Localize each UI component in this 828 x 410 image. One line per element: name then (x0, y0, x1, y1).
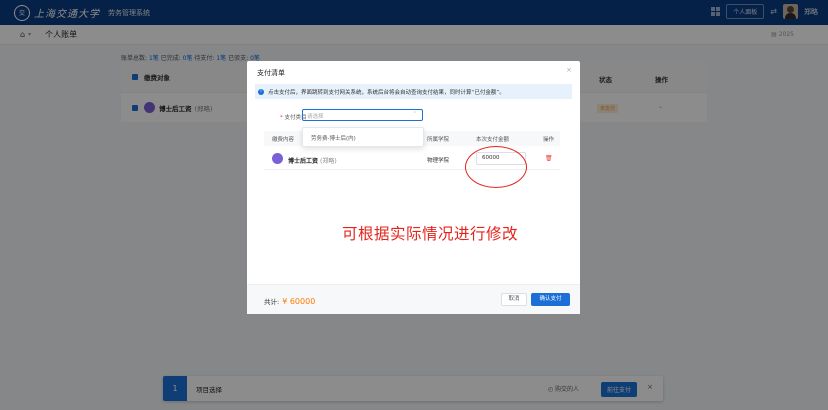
category-dropdown: 劳务费-博士后(内) (302, 127, 424, 147)
delete-icon[interactable]: 🗑 (545, 155, 553, 162)
col-college-header: 所属学院 (427, 137, 450, 143)
close-icon[interactable]: × (566, 66, 572, 74)
dialog-footer: 共计: ¥ 60000 取消 确认支付 (247, 284, 580, 314)
payment-dialog: 支付清单 × i 点击支付后，界面跳转到支付网关系统，系统后台将会自动查询支付结… (247, 61, 580, 314)
col-op-header: 操作 (543, 137, 555, 143)
cancel-button[interactable]: 取消 (501, 293, 527, 306)
annotation-circle (465, 146, 527, 188)
annotation-text: 可根据实际情况进行修改 (342, 225, 519, 243)
confirm-pay-button[interactable]: 确认支付 (531, 293, 570, 306)
payment-category-select[interactable]: 请选择 ⌃ (302, 109, 423, 121)
dialog-title: 支付清单 (257, 69, 285, 77)
chevron-up-icon: ⌃ (412, 111, 417, 117)
info-icon: i (258, 88, 264, 95)
payment-item-name: 博士后工资 (郑略) (288, 158, 337, 165)
col-content-header: 缴费内容 (272, 137, 295, 143)
dropdown-option[interactable]: 劳务费-博士后(内) (311, 136, 356, 142)
alert-text: 点击支付后，界面跳转到支付网关系统，系统后台将会自动查询支付结果，同时计算“已付… (268, 89, 505, 96)
info-alert: i 点击支付后，界面跳转到支付网关系统，系统后台将会自动查询支付结果，同时计算“… (255, 84, 572, 99)
total-amount: 共计: ¥ 60000 (264, 297, 316, 306)
college-value: 物理学院 (427, 158, 450, 164)
col-amount-header: 本次支付金额 (476, 137, 510, 143)
salary-icon (272, 153, 283, 164)
